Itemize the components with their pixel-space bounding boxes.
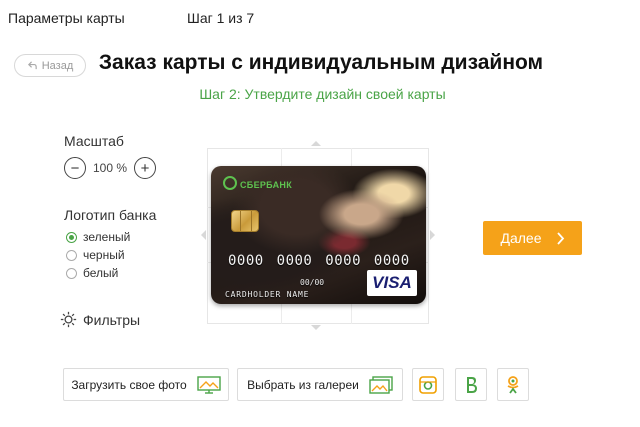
logo-option-green[interactable]: зеленый <box>66 230 130 244</box>
move-left-handle[interactable] <box>201 230 206 240</box>
move-down-handle[interactable] <box>311 325 321 330</box>
logo-option-black[interactable]: черный <box>66 248 125 262</box>
top-bar: Параметры карты Шаг 1 из 7 <box>0 0 640 36</box>
card-editor[interactable]: СБЕРБАНК 0000 0000 0000 0000 00/00 CARDH… <box>201 141 435 330</box>
bank-logo-label: Логотип банка <box>64 207 157 223</box>
card-preview[interactable]: СБЕРБАНК 0000 0000 0000 0000 00/00 CARDH… <box>211 166 426 304</box>
vk-icon <box>467 376 477 393</box>
gallery-icon <box>369 375 393 394</box>
step-counter: Шаг 1 из 7 <box>187 10 255 26</box>
cardholder-name: CARDHOLDER NAME <box>225 290 310 299</box>
page-title: Заказ карты с индивидуальным дизайном <box>98 51 544 74</box>
next-button[interactable]: Далее <box>483 221 582 255</box>
scale-control: − 100 % + <box>64 157 156 179</box>
upload-photo-label: Загрузить свое фото <box>71 377 187 392</box>
page-subtitle: Шаг 2: Утвердите дизайн своей карты <box>199 86 446 102</box>
chip-icon <box>231 210 259 232</box>
move-up-handle[interactable] <box>311 141 321 146</box>
zoom-value: 100 % <box>92 161 128 175</box>
card-expiry: 00/00 <box>300 278 325 287</box>
logo-option-label: белый <box>83 266 119 280</box>
scale-label: Масштаб <box>64 133 124 149</box>
logo-option-label: зеленый <box>83 230 131 244</box>
filters-label: Фильтры <box>83 311 141 328</box>
upload-photo-icon <box>196 375 221 394</box>
visa-logo: VISA <box>367 270 417 296</box>
logo-option-label: черный <box>83 248 125 262</box>
gallery-label: Выбрать из галереи <box>247 377 359 392</box>
zoom-out-button[interactable]: − <box>64 157 86 179</box>
instagram-icon <box>419 375 437 394</box>
odnoklassniki-button[interactable] <box>497 368 529 401</box>
upload-photo-button[interactable]: Загрузить свое фото <box>63 368 229 401</box>
bank-logo: СБЕРБАНК <box>223 176 292 190</box>
gallery-button[interactable]: Выбрать из галереи <box>237 368 403 401</box>
logo-option-white[interactable]: белый <box>66 266 118 280</box>
card-number: 0000 0000 0000 0000 <box>228 253 410 269</box>
zoom-in-button[interactable]: + <box>134 157 156 179</box>
radio-green[interactable] <box>66 231 77 243</box>
odnoklassniki-icon <box>507 375 519 394</box>
vk-button[interactable] <box>455 368 487 401</box>
chevron-right-icon <box>556 231 564 245</box>
header-title: Параметры карты <box>8 10 125 26</box>
filters-button[interactable]: Фильтры <box>60 311 140 328</box>
sun-filter-icon <box>60 311 77 328</box>
radio-black[interactable] <box>66 249 77 261</box>
next-button-label: Далее <box>500 230 542 246</box>
radio-white[interactable] <box>66 267 77 279</box>
move-right-handle[interactable] <box>430 230 435 240</box>
instagram-button[interactable] <box>412 368 444 401</box>
